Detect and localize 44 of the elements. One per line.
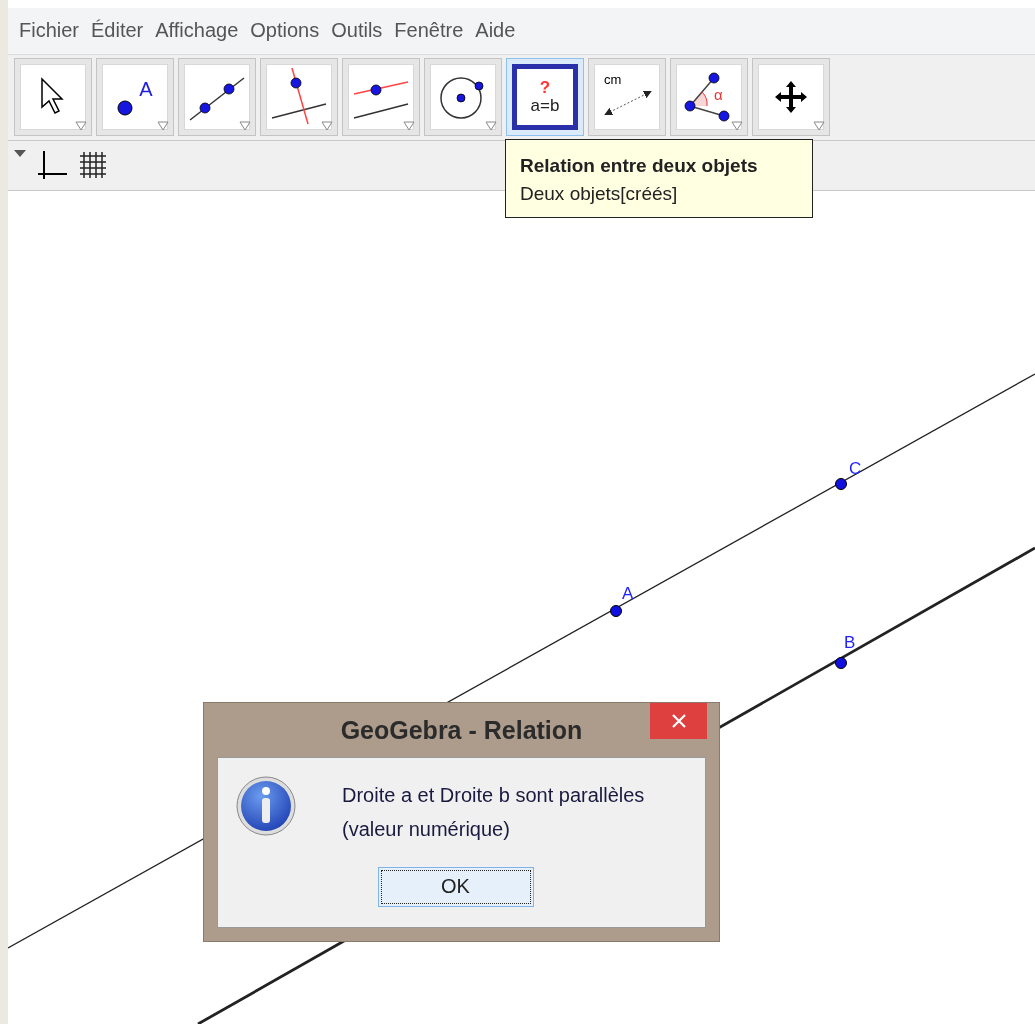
menu-item[interactable]: Aide <box>470 19 521 43</box>
geometry-point[interactable] <box>835 478 847 490</box>
geometry-point[interactable] <box>610 605 622 617</box>
menu-item[interactable]: Affichage <box>150 19 244 43</box>
grid-icon[interactable] <box>78 150 108 181</box>
menu-item[interactable]: Fichier <box>14 19 84 43</box>
dropdown-triangle-icon[interactable] <box>239 121 251 132</box>
dialog-title: GeoGebra - Relation <box>340 715 583 745</box>
tool-button[interactable] <box>178 58 256 137</box>
tooltip-title: Relation entre deux objets <box>520 154 759 178</box>
tool-button[interactable]: A <box>96 58 174 137</box>
dropdown-triangle-icon[interactable] <box>731 121 743 132</box>
menu-item[interactable]: Fenêtre <box>389 19 469 43</box>
dropdown-triangle-icon[interactable] <box>14 148 26 159</box>
menu-item[interactable]: Options <box>245 19 325 43</box>
dropdown-triangle-icon[interactable] <box>321 121 333 132</box>
dropdown-triangle-icon[interactable] <box>403 121 415 132</box>
axes-icon[interactable] <box>36 149 68 182</box>
dropdown-triangle-icon[interactable] <box>485 121 497 132</box>
tooltip-text: Deux objets[créés] <box>520 182 679 206</box>
tool-button[interactable] <box>424 58 502 137</box>
point-label: B <box>844 633 856 652</box>
menu-item[interactable]: Outils <box>326 19 388 43</box>
tool-button[interactable]: ? a=b <box>506 58 584 137</box>
dropdown-triangle-icon[interactable] <box>157 121 169 132</box>
dropdown-triangle-icon[interactable] <box>75 121 87 132</box>
point-label: C <box>849 459 862 478</box>
dialog-message: Droite a et Droite b sont parallèles (valeur numérique) <box>342 783 646 842</box>
tool-button[interactable] <box>14 58 92 137</box>
tool-button[interactable] <box>260 58 338 137</box>
ok-button[interactable]: OK <box>377 866 534 907</box>
relation-icon: ? a=b <box>530 79 560 116</box>
info-icon <box>236 776 296 836</box>
tool-button[interactable] <box>752 58 830 137</box>
point-label: A <box>622 584 634 603</box>
tool-button[interactable]: α <box>670 58 748 137</box>
perpendicular-line-icon <box>270 68 328 127</box>
close-button[interactable] <box>650 703 707 739</box>
geometry-point[interactable] <box>835 657 847 669</box>
menu-item[interactable]: Éditer <box>86 19 149 43</box>
close-icon <box>670 713 687 729</box>
tool-button[interactable]: cm <box>588 58 666 137</box>
tool-button[interactable] <box>342 58 420 137</box>
dropdown-triangle-icon[interactable] <box>813 121 825 132</box>
